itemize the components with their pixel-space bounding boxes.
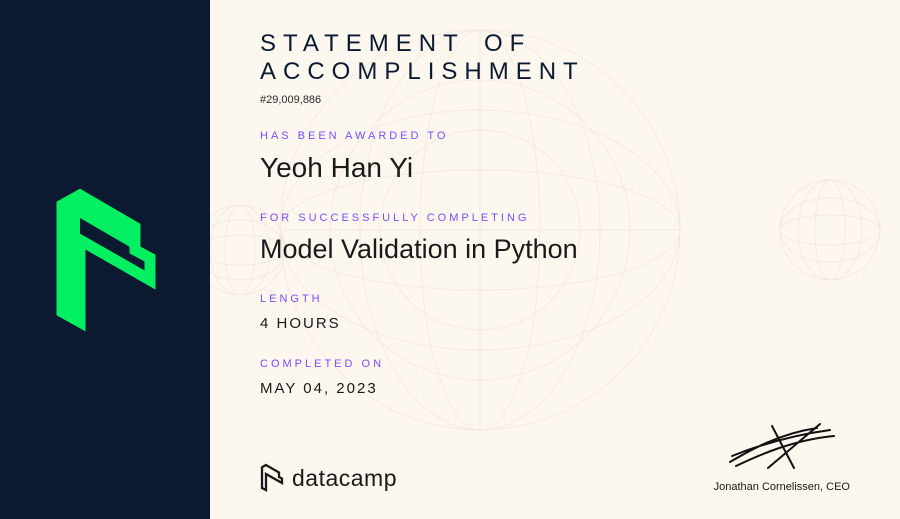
- signature-block: Jonathan Cornelissen, CEO: [714, 422, 850, 493]
- length-value: 4 HOURS: [260, 315, 850, 332]
- brand: datacamp: [260, 463, 397, 493]
- label-length: LENGTH: [260, 293, 850, 305]
- datacamp-logo-icon: [260, 463, 284, 493]
- label-completing: FOR SUCCESSFULLY COMPLETING: [260, 212, 850, 224]
- course-name: Model Validation in Python: [260, 234, 850, 265]
- certificate: STATEMENT OF ACCOMPLISHMENT #29,009,886 …: [0, 0, 900, 519]
- completed-date: MAY 04, 2023: [260, 380, 850, 397]
- label-awarded-to: HAS BEEN AWARDED TO: [260, 130, 850, 142]
- main-panel: STATEMENT OF ACCOMPLISHMENT #29,009,886 …: [210, 0, 900, 519]
- signature-icon: [722, 422, 842, 472]
- label-completed-on: COMPLETED ON: [260, 358, 850, 370]
- signer-name: Jonathan Cornelissen, CEO: [714, 481, 850, 493]
- sidebar: [0, 0, 210, 519]
- footer: datacamp Jonathan Cornelissen, CEO: [260, 422, 850, 493]
- statement-title: STATEMENT OF ACCOMPLISHMENT: [260, 30, 850, 86]
- datacamp-logo-icon: [50, 180, 160, 340]
- brand-name: datacamp: [292, 465, 397, 492]
- certificate-id: #29,009,886: [260, 94, 850, 106]
- recipient-name: Yeoh Han Yi: [260, 152, 850, 184]
